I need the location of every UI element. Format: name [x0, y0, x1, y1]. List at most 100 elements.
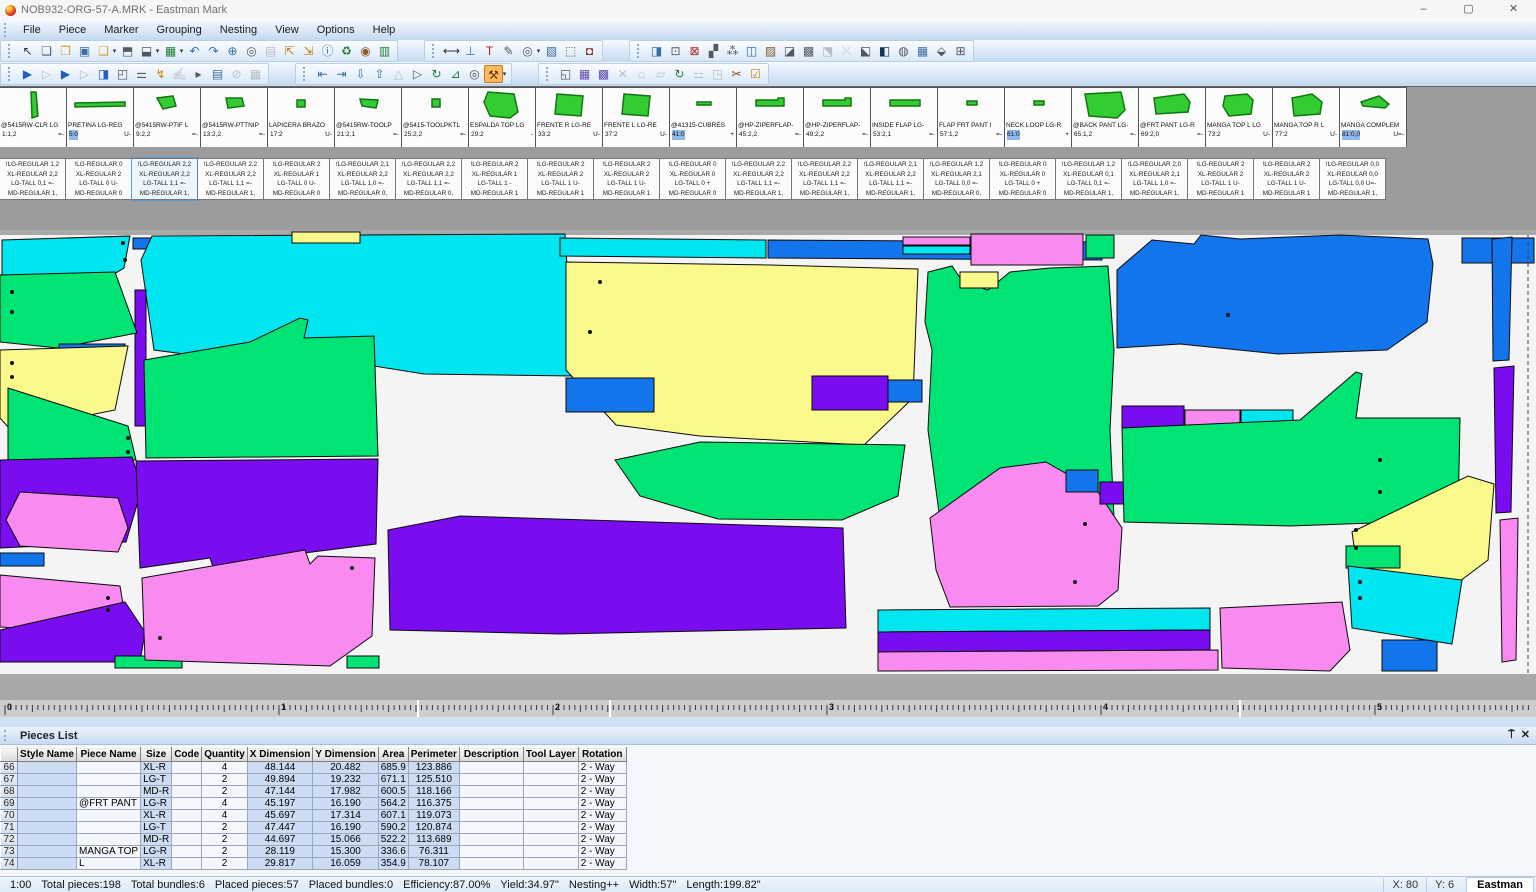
toolbar-grip-handle[interactable] [546, 67, 552, 81]
fill-pattern-icon[interactable]: ▩ [799, 42, 818, 60]
marker-piece-26[interactable] [0, 553, 44, 566]
table-row[interactable]: 74LXL-R229.81716.059354.978.1072 - Way [1, 858, 627, 870]
fabric-c-icon[interactable]: ▦ [913, 42, 932, 60]
marker-piece-7[interactable] [903, 237, 970, 245]
piece-size-cell-13[interactable]: !LG-REGULAR 2,2XL-REGULAR 2,2LG-TALL 1,1… [792, 158, 858, 200]
magnet-tool-icon[interactable]: ◘ [580, 42, 599, 60]
row-number[interactable]: 72 [1, 834, 18, 846]
menu-item-file[interactable]: File [14, 22, 50, 38]
column-header-tool-layer[interactable]: Tool Layer [523, 748, 578, 762]
import-pieces-icon[interactable]: ⊕ [223, 42, 242, 60]
hatch-b-icon[interactable]: ◪ [780, 42, 799, 60]
marker-piece-13[interactable] [1492, 237, 1512, 361]
piece-size-cell-15[interactable]: !LG-REGULAR 1,2XL-REGULAR 2,1LG-TALL 0,0… [924, 158, 990, 200]
column-header-quantity[interactable]: Quantity [202, 748, 248, 762]
check-tools-icon[interactable]: ☑ [746, 65, 765, 83]
piece-size-cell-17[interactable]: !LG-REGULAR 1,2XL-REGULAR 0,1LG-TALL 0,1… [1056, 158, 1122, 200]
menu-item-view[interactable]: View [266, 22, 308, 38]
piece-thumb-8[interactable]: ESPALDA TOP LG29:2- [469, 87, 536, 148]
toolbar-grip-handle[interactable] [8, 44, 14, 58]
redo-icon[interactable]: ↷ [204, 42, 223, 60]
marker-piece-15[interactable] [566, 378, 654, 412]
toolbar-grip-handle[interactable] [303, 67, 309, 81]
piece-size-cell-5[interactable]: !LG-REGULAR 2XL-REGULAR 1LG-TALL 0 U-MD-… [264, 158, 330, 200]
piece-size-cell-10[interactable]: !LG-REGULAR 2XL-REGULAR 2LG-TALL 1 U-MD-… [594, 158, 660, 200]
refresh-icon[interactable]: ↻ [670, 65, 689, 83]
align-tool-icon[interactable]: ⊥ [461, 42, 480, 60]
pair-tool-icon[interactable]: ⚍ [689, 65, 708, 83]
package-open-icon[interactable]: ❑ [94, 42, 113, 60]
excel-export-icon[interactable]: ▦ [161, 42, 180, 60]
marker-piece-4[interactable] [292, 232, 360, 243]
column-header-rotation[interactable]: Rotation [578, 748, 626, 762]
list-view-icon[interactable]: ▤ [208, 65, 227, 83]
piece-thumb-20[interactable]: MANGA TOP R L77:2U- [1273, 87, 1340, 148]
piece-thumb-10[interactable]: FRENTE L LG-RE37:2U- [603, 87, 670, 148]
recycle-icon[interactable]: ♻ [337, 42, 356, 60]
info-icon[interactable]: ⓘ [318, 42, 337, 60]
piece-thumb-2[interactable]: PRETINA LG-REG5:0U- [67, 87, 134, 148]
fabric-b-icon[interactable]: ◍ [894, 42, 913, 60]
zoom-piece-icon[interactable]: ◎ [465, 65, 484, 83]
save-marker-icon[interactable]: ▣ [75, 42, 94, 60]
open-marker-icon[interactable]: ❒ [56, 42, 75, 60]
marker-piece-52[interactable] [1494, 366, 1514, 513]
wrench-tool-icon[interactable]: ⚒ [484, 65, 503, 83]
nest-run-ring-icon[interactable]: ▷ [37, 65, 56, 83]
tilt-up-icon[interactable]: △ [389, 65, 408, 83]
piece-thumb-17[interactable]: @BACK PANT LG-65:1,2=- [1072, 87, 1139, 148]
piece-thumb-19[interactable]: MANGA TOP L LG73:2U- [1206, 87, 1273, 148]
piece-thumb-7[interactable]: @5415-TOOLPKTL25:2,2=- [402, 87, 469, 148]
piece-size-cell-16[interactable]: !LG-REGULAR 0XL-REGULAR 0LG-TALL 0 +MD-R… [990, 158, 1056, 200]
toolbar-grip-handle[interactable] [637, 44, 643, 58]
table-corner-header[interactable] [1, 748, 18, 762]
piece-size-cell-6[interactable]: !LG-REGULAR 2,1XL-REGULAR 2,2LG-TALL 1,0… [330, 158, 396, 200]
play-box-icon[interactable]: ▸ [189, 65, 208, 83]
toolbar-grip-handle[interactable] [432, 44, 438, 58]
group-pieces-icon[interactable]: ⁂ [723, 42, 742, 60]
home-tool-icon[interactable]: ⌂ [632, 65, 651, 83]
zoom-tool-icon[interactable]: ◎ [518, 42, 537, 60]
nest-step-gray-icon[interactable]: ▷ [75, 65, 94, 83]
table-row[interactable]: 66XL-R448.14420.482685.9123.8862 - Way [1, 762, 627, 774]
piece-thumb-16[interactable]: NECK LOOP LG-R61:0+ [1005, 87, 1072, 148]
scissors-icon[interactable]: ✂ [727, 65, 746, 83]
maximize-button[interactable]: ▢ [1446, 0, 1491, 20]
copy-marker-icon[interactable]: ◨ [647, 42, 666, 60]
pin-icon[interactable]: ⍑ [1508, 728, 1515, 743]
piece-thumb-21[interactable]: MANGA COMPLEM81:0,0U=- [1340, 87, 1407, 148]
column-header-piece-name[interactable]: Piece Name [77, 748, 141, 762]
marker-piece-17[interactable] [888, 380, 922, 402]
piece-size-cell-19[interactable]: !LG-REGULAR 2XL-REGULAR 2LG-TALL 1 U-MD-… [1188, 158, 1254, 200]
column-header-area[interactable]: Area [378, 748, 408, 762]
column-header-size[interactable]: Size [141, 748, 172, 762]
marker-piece-44[interactable] [1382, 640, 1437, 671]
piece-thumb-12[interactable]: @HP-ZIPERFLAP-45:2,2=- [737, 87, 804, 148]
piece-thumb-13[interactable]: @HP-ZIPERFLAP-49:2,2=- [804, 87, 871, 148]
marker-piece-5[interactable] [560, 238, 766, 258]
split-piece-icon[interactable]: ▞ [704, 42, 723, 60]
para-tool-icon[interactable]: ▱ [651, 65, 670, 83]
find-icon[interactable]: ◎ [242, 42, 261, 60]
move-first-icon[interactable]: ⇤ [313, 65, 332, 83]
marker-piece-40[interactable] [878, 608, 1210, 632]
piece-thumb-11[interactable]: @41315-CUBRES41:0+ [670, 87, 737, 148]
export-a-icon[interactable]: ⇱ [280, 42, 299, 60]
close-icon[interactable]: ✕ [1521, 728, 1530, 743]
marker-piece-10[interactable] [1086, 235, 1114, 258]
contour-tool-icon[interactable]: ⬚ [561, 42, 580, 60]
piece-thumb-14[interactable]: INSIDE FLAP LG-53:2,1=- [871, 87, 938, 148]
undo-icon[interactable]: ↶ [185, 42, 204, 60]
manual-place-icon[interactable]: ✍ [170, 65, 189, 83]
marker-piece-9[interactable] [971, 234, 1083, 265]
marker-piece-50[interactable] [1346, 546, 1400, 568]
angle-tool-icon[interactable]: ⊿ [446, 65, 465, 83]
marker-piece-25[interactable] [6, 492, 128, 552]
marker-canvas[interactable] [0, 230, 1536, 700]
marker-piece-53[interactable] [1500, 518, 1518, 662]
marker-piece-45[interactable] [1122, 406, 1184, 428]
menu-item-nesting[interactable]: Nesting [211, 22, 266, 38]
hatch-a-icon[interactable]: ▨ [761, 42, 780, 60]
piece-size-cell-20[interactable]: !LG-REGULAR 2XL-REGULAR 2LG-TALL 1 U-MD-… [1254, 158, 1320, 200]
piece-thumb-3[interactable]: @5415RW-PTIF L9:2,2=- [134, 87, 201, 148]
